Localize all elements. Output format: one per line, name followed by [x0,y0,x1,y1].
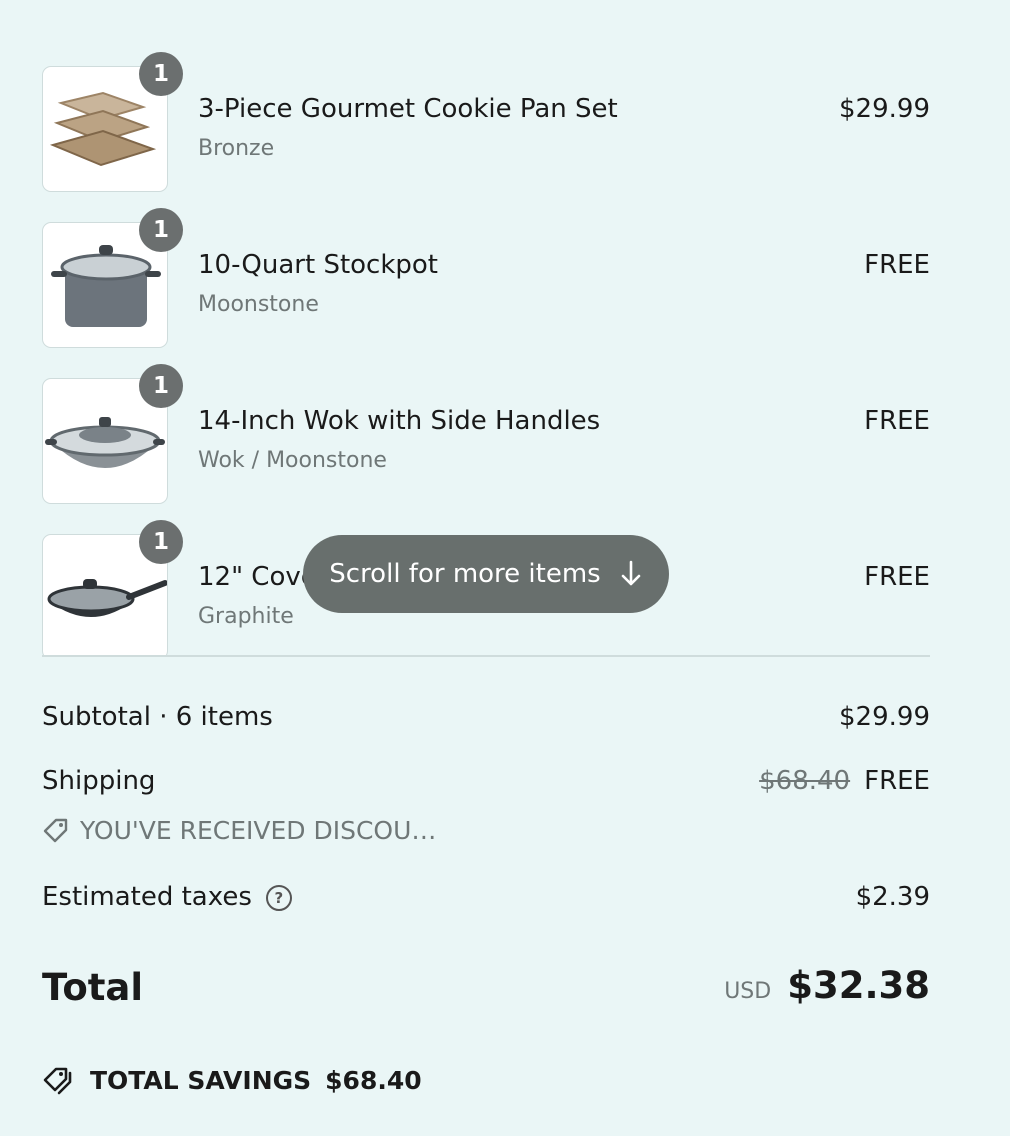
shipping-value: FREE [864,766,930,796]
total-amount-group: USD $32.38 [724,964,930,1007]
quantity-badge: 1 [139,364,183,408]
tags-icon [43,1067,72,1095]
cart-item: 1 14-Inch Wok with Side Handles Wok / Mo… [42,364,930,506]
item-name: 3-Piece Gourmet Cookie Pan Set [198,94,618,124]
taxes-value: $2.39 [855,882,930,912]
subtotal-row: Subtotal · 6 items $29.99 [42,702,930,732]
scroll-more-items-button[interactable]: Scroll for more items [303,535,669,613]
shipping-label: Shipping [42,766,156,796]
arrow-down-icon [621,560,641,586]
quantity-badge: 1 [139,208,183,252]
item-name: 10-Quart Stockpot [198,250,439,280]
subtotal-label: Subtotal · 6 items [42,702,273,732]
scroll-hint-label: Scroll for more items [329,559,601,589]
taxes-label: Estimated taxes [42,882,252,912]
item-price: FREE [864,406,930,436]
shipping-original-price: $68.40 [759,766,851,796]
help-icon[interactable]: ? [265,884,292,911]
savings-label: TOTAL SAVINGS [90,1065,312,1095]
item-variant: Bronze [198,136,275,161]
item-price: FREE [864,250,930,280]
taxes-row: Estimated taxes? $2.39 [42,882,930,912]
currency-code: USD [724,979,772,1004]
total-label: Total [42,966,144,1009]
cart-item: 1 3-Piece Gourmet Cookie Pan Set Bronze … [42,52,930,194]
shipping-value-group: $68.40 FREE [759,766,930,796]
item-variant: Graphite [198,604,294,629]
item-variant: Wok / Moonstone [198,448,387,473]
total-savings: TOTAL SAVINGS $68.40 [42,1064,422,1096]
quantity-badge: 1 [139,520,183,564]
item-price: $29.99 [839,94,930,124]
item-name: 12" Cove [198,562,317,592]
item-variant: Moonstone [198,292,319,317]
item-price: FREE [864,562,930,592]
subtotal-value: $29.99 [839,702,930,732]
savings-value: $68.40 [325,1065,422,1095]
total-amount: $32.38 [787,964,930,1007]
tag-icon [43,818,68,842]
cart-item: 1 10-Quart Stockpot Moonstone FREE [42,208,930,350]
shipping-row: Shipping $68.40 FREE [42,766,930,796]
item-name: 14-Inch Wok with Side Handles [198,406,601,436]
quantity-badge: 1 [139,52,183,96]
discount-notice[interactable]: YOU'VE RECEIVED DISCOU… [42,816,436,845]
discount-text: YOU'VE RECEIVED DISCOU… [80,816,437,845]
